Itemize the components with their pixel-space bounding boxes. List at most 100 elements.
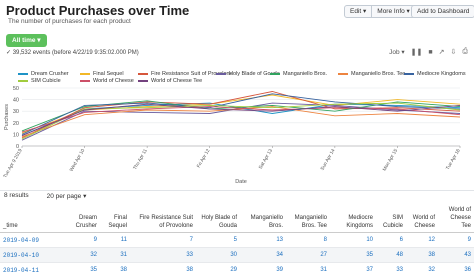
value-cell[interactable]: 32: [58, 247, 100, 263]
results-count: 8 results: [4, 192, 29, 199]
legend-swatch: [138, 80, 148, 82]
legend-swatch: [18, 80, 28, 82]
time-cell[interactable]: 2019-04-09: [0, 232, 58, 248]
value-cell[interactable]: 38: [130, 262, 196, 277]
value-cell[interactable]: 35: [58, 262, 100, 277]
value-cell[interactable]: 38: [100, 262, 130, 277]
legend-swatch: [80, 73, 90, 75]
page-description: The number of purchases for each product: [8, 18, 131, 25]
value-cell[interactable]: 38: [406, 247, 438, 263]
y-tick-label: 10: [13, 132, 19, 138]
time-range-picker[interactable]: All time ▾: [6, 34, 47, 47]
value-cell[interactable]: 37: [330, 262, 376, 277]
legend-swatch: [80, 80, 90, 82]
legend-label: Manganiello Bros.: [283, 71, 328, 77]
table-row: 2019-04-09 9 11 7 5 13 8 10 6 12 9: [0, 232, 474, 248]
x-tick-label: Mon Apr 15: [382, 148, 400, 173]
column-header[interactable]: Fire Resistance Suit of Provolone: [130, 204, 196, 233]
column-header[interactable]: _time: [0, 204, 58, 233]
pause-icon[interactable]: ❚❚: [411, 48, 423, 56]
value-cell[interactable]: 30: [196, 247, 240, 263]
y-tick-label: 50: [13, 86, 19, 92]
column-header[interactable]: SIM Cubicle: [376, 204, 406, 233]
value-cell[interactable]: 12: [406, 232, 438, 248]
value-cell[interactable]: 33: [130, 247, 196, 263]
column-header[interactable]: Dream Crusher: [58, 204, 100, 233]
legend-swatch: [216, 73, 226, 75]
column-header[interactable]: Mediocre Kingdoms: [330, 204, 376, 233]
per-page-select[interactable]: 20 per page ▾: [47, 192, 87, 200]
section-divider: [0, 190, 474, 191]
edit-button[interactable]: Edit ▾: [344, 5, 373, 18]
y-tick-label: 20: [13, 121, 19, 127]
legend-item[interactable]: Manganiello Bros. Tee: [338, 71, 405, 77]
column-header[interactable]: Manganiello Bros.: [240, 204, 286, 233]
value-cell[interactable]: 9: [438, 232, 474, 248]
value-cell[interactable]: 6: [376, 232, 406, 248]
y-tick-label: 30: [13, 109, 19, 115]
legend-item[interactable]: Dream Crusher: [18, 71, 69, 77]
export-icon[interactable]: ⇩: [451, 48, 457, 56]
legend-label: Mediocre Kingdoms: [417, 71, 466, 77]
share-icon[interactable]: ↗: [439, 48, 445, 56]
column-header[interactable]: World of Cheese Tee: [438, 204, 474, 233]
legend-item[interactable]: Manganiello Bros.: [270, 71, 327, 77]
value-cell[interactable]: 9: [58, 232, 100, 248]
x-tick-label: Tue Apr 16: [445, 148, 462, 171]
x-tick-label: Tue Apr 9 2019: [2, 148, 24, 180]
y-axis-label: Purchases: [4, 104, 10, 130]
legend-swatch: [338, 73, 348, 75]
value-cell[interactable]: 33: [376, 262, 406, 277]
value-cell[interactable]: 48: [376, 247, 406, 263]
job-toolbar: Job ▾ ❚❚ ■ ↗ ⇩ ⎙: [389, 48, 468, 56]
legend-item[interactable]: Mediocre Kingdoms: [404, 71, 466, 77]
value-cell[interactable]: 39: [240, 262, 286, 277]
add-dashboard-group: Add to Dashboard: [411, 5, 474, 18]
legend-swatch: [404, 73, 414, 75]
legend-label: Manganiello Bros. Tee: [351, 71, 406, 77]
x-tick-label: Sat Apr 13: [258, 148, 275, 171]
header-button-group: Edit ▾ More Info ▾: [344, 5, 416, 18]
value-cell[interactable]: 8: [286, 232, 330, 248]
value-cell[interactable]: 32: [406, 262, 438, 277]
print-icon[interactable]: ⎙: [462, 48, 468, 56]
y-tick-label: 40: [13, 98, 19, 104]
value-cell[interactable]: 7: [130, 232, 196, 248]
time-cell[interactable]: 2019-04-10: [0, 247, 58, 263]
value-cell[interactable]: 36: [438, 262, 474, 277]
value-cell[interactable]: 10: [330, 232, 376, 248]
table-row: 2019-04-11 35 38 38 29 39 31 37 33 32 36: [0, 262, 474, 277]
value-cell[interactable]: 43: [438, 247, 474, 263]
column-header[interactable]: Manganiello Bros. Tee: [286, 204, 330, 233]
results-table: _time Dream Crusher Final Sequel Fire Resis…: [0, 204, 474, 277]
column-header[interactable]: Final Sequel: [100, 204, 130, 233]
time-cell[interactable]: 2019-04-11: [0, 262, 58, 277]
legend-item[interactable]: Final Sequel: [80, 71, 124, 77]
x-tick-label: Fri Apr 12: [196, 148, 212, 169]
value-cell[interactable]: 34: [240, 247, 286, 263]
value-cell[interactable]: 35: [330, 247, 376, 263]
value-cell[interactable]: 31: [286, 262, 330, 277]
x-axis-label: Date: [235, 179, 247, 185]
table-header-row: _time Dream Crusher Final Sequel Fire Resis…: [0, 204, 474, 233]
add-to-dashboard-button[interactable]: Add to Dashboard: [411, 5, 474, 18]
x-tick-label: Wed Apr 10: [69, 148, 87, 173]
legend-swatch: [18, 73, 28, 75]
value-cell[interactable]: 29: [196, 262, 240, 277]
value-cell[interactable]: 13: [240, 232, 286, 248]
results-bar: 8 results 20 per page ▾: [4, 192, 86, 200]
value-cell[interactable]: 31: [100, 247, 130, 263]
stop-icon[interactable]: ■: [428, 49, 432, 56]
table-body: 2019-04-09 9 11 7 5 13 8 10 6 12 9 2019-04-10 32 31 33…: [0, 232, 474, 277]
more-info-button[interactable]: More Info ▾: [372, 5, 416, 18]
column-header[interactable]: World of Cheese: [406, 204, 438, 233]
column-header[interactable]: Holy Blade of Gouda: [196, 204, 240, 233]
page-title: Product Purchases over Time: [6, 3, 190, 18]
legend-swatch: [138, 73, 148, 75]
event-count: ✓ 39,532 events (before 4/22/19 9:35:02.…: [6, 50, 139, 56]
table-row: 2019-04-10 32 31 33 30 34 27 35 48 38 43: [0, 247, 474, 263]
value-cell[interactable]: 27: [286, 247, 330, 263]
job-menu[interactable]: Job ▾: [389, 48, 405, 56]
value-cell[interactable]: 5: [196, 232, 240, 248]
value-cell[interactable]: 11: [100, 232, 130, 248]
